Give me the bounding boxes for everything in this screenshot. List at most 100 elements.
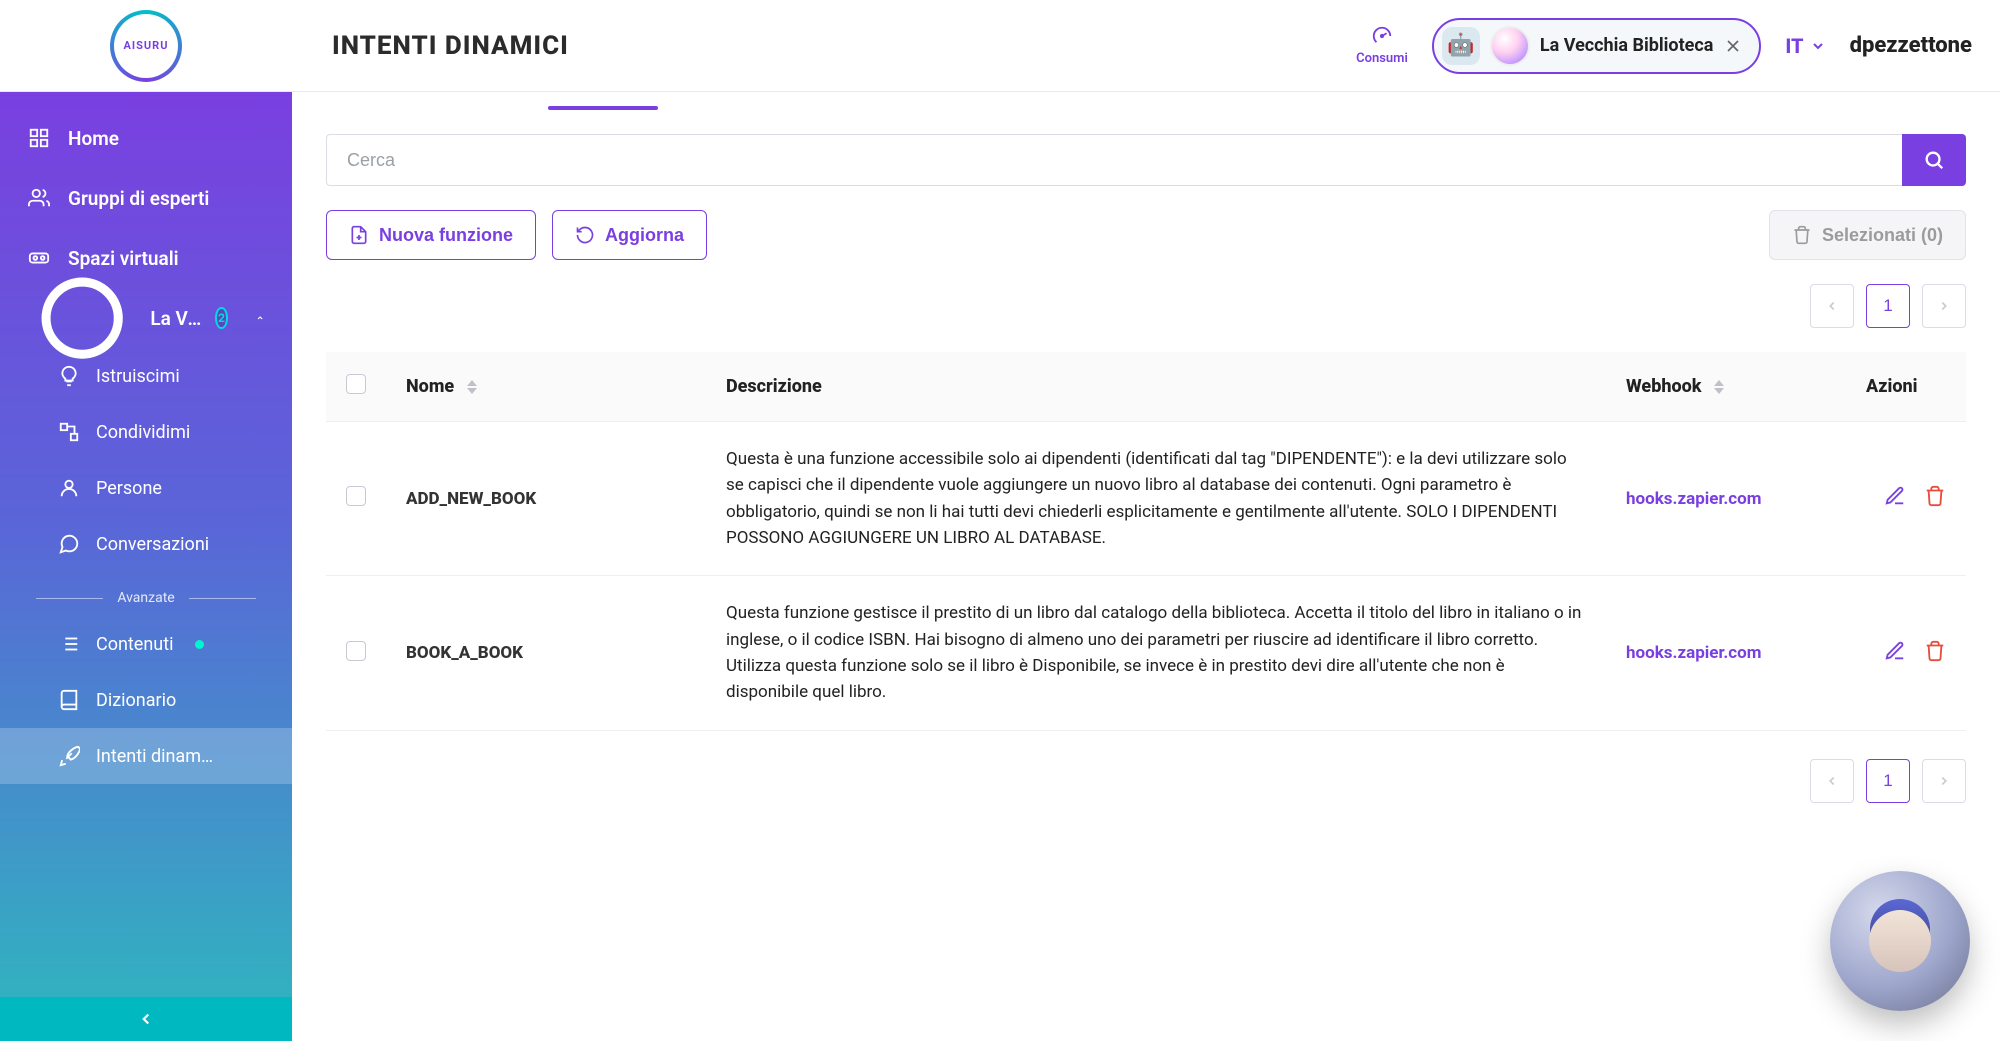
- brand-text: AISURU: [124, 39, 169, 52]
- sidebar-sub-condividimi[interactable]: Condividimi: [0, 404, 292, 460]
- button-label: Aggiorna: [605, 225, 684, 246]
- file-plus-icon: [349, 225, 369, 245]
- table-row: BOOK_A_BOOK Questa funzione gestisce il …: [326, 576, 1966, 730]
- list-icon: [58, 633, 80, 655]
- sidebar-collapse[interactable]: [0, 997, 292, 1041]
- logo[interactable]: AISURU: [0, 0, 292, 91]
- dot-indicator: [195, 640, 204, 649]
- button-label: Selezionati (0): [1822, 225, 1943, 246]
- consumi-label: Consumi: [1356, 51, 1408, 66]
- assistant-bubble[interactable]: [1830, 871, 1970, 1011]
- search-input[interactable]: [326, 134, 1902, 186]
- page-prev[interactable]: [1810, 284, 1854, 328]
- sidebar-sub-istruiscimi[interactable]: Istruiscimi: [0, 348, 292, 404]
- sidebar-item-label: Gruppi di esperti: [68, 187, 209, 210]
- cell-desc: Questa è una funzione accessibile solo a…: [706, 422, 1606, 576]
- th-nome[interactable]: Nome: [406, 376, 454, 397]
- sidebar-item-home[interactable]: Home: [0, 108, 292, 168]
- trash-icon: [1924, 640, 1946, 662]
- language-selector[interactable]: IT: [1785, 34, 1825, 58]
- sort-icon[interactable]: [467, 379, 477, 395]
- button-label: Nuova funzione: [379, 225, 513, 246]
- row-checkbox[interactable]: [346, 486, 366, 506]
- button-selezionati[interactable]: Selezionati (0): [1769, 210, 1966, 260]
- edit-button[interactable]: [1884, 640, 1906, 667]
- sidebar-group-label: La Vecchia …: [150, 307, 201, 330]
- chevron-up-icon: [256, 309, 264, 327]
- sidebar-item-label: Home: [68, 127, 119, 150]
- user-name[interactable]: dpezzettone: [1850, 33, 1972, 58]
- cell-nome: BOOK_A_BOOK: [386, 576, 706, 730]
- sidebar-item-groups[interactable]: Gruppi di esperti: [0, 168, 292, 228]
- edit-button[interactable]: [1884, 485, 1906, 512]
- th-azioni: Azioni: [1866, 376, 1918, 397]
- sidebar-adv-dizionario[interactable]: Dizionario: [0, 672, 292, 728]
- chevron-right-icon: [1937, 774, 1951, 788]
- sidebar-group-project[interactable]: La Vecchia … 2: [0, 288, 292, 348]
- search-icon: [1923, 149, 1945, 171]
- grid-icon: [28, 127, 50, 149]
- chevron-right-icon: [1937, 299, 1951, 313]
- sidebar-sub-label: Istruiscimi: [96, 366, 180, 387]
- row-checkbox[interactable]: [346, 641, 366, 661]
- pagination-top: 1: [326, 284, 1966, 328]
- main-content: Nuova funzione Aggiorna Selezionati (0) …: [292, 92, 2000, 1041]
- sidebar-adv-label: Dizionario: [96, 690, 176, 711]
- sidebar-sub-persone[interactable]: Persone: [0, 460, 292, 516]
- sidebar-sub-label: Conversazioni: [96, 534, 209, 555]
- page-next[interactable]: [1922, 284, 1966, 328]
- sidebar-section-adv: Avanzate: [0, 572, 292, 616]
- sidebar-group-badge: 2: [215, 307, 227, 329]
- project-chip[interactable]: 🤖 La Vecchia Biblioteca: [1432, 18, 1762, 74]
- project-orb-icon: [1490, 26, 1530, 66]
- cell-nome: ADD_NEW_BOOK: [386, 422, 706, 576]
- th-descrizione: Descrizione: [726, 376, 822, 397]
- sidebar-adv-intenti[interactable]: Intenti dinam…: [0, 728, 292, 784]
- trash-icon: [1924, 485, 1946, 507]
- pencil-icon: [1884, 640, 1906, 662]
- chevron-left-icon: [1825, 774, 1839, 788]
- robot-icon: 🤖: [1442, 27, 1480, 65]
- sidebar-sub-conversazioni[interactable]: Conversazioni: [0, 516, 292, 572]
- sidebar-sub-label: Condividimi: [96, 422, 190, 443]
- sort-icon[interactable]: [1714, 379, 1724, 395]
- search-button[interactable]: [1902, 134, 1966, 186]
- button-nuova-funzione[interactable]: Nuova funzione: [326, 210, 536, 260]
- users-icon: [28, 187, 50, 209]
- th-webhook[interactable]: Webhook: [1626, 376, 1701, 397]
- webhook-link[interactable]: hooks.zapier.com: [1626, 489, 1761, 509]
- person-icon: [58, 477, 80, 499]
- sidebar-adv-label: Contenuti: [96, 634, 173, 655]
- gauge-icon: [1371, 25, 1393, 47]
- sidebar-adv-contenuti[interactable]: Contenuti: [0, 616, 292, 672]
- delete-button[interactable]: [1924, 640, 1946, 667]
- book-icon: [58, 689, 80, 711]
- page-title: INTENTI DINAMICI: [332, 31, 569, 61]
- cell-desc: Questa funzione gestisce il prestito di …: [706, 576, 1606, 730]
- page-prev[interactable]: [1810, 759, 1854, 803]
- trash-icon: [1792, 225, 1812, 245]
- functions-table: Nome Descrizione Webhook: [326, 352, 1966, 731]
- chevron-left-icon: [1825, 299, 1839, 313]
- page-next[interactable]: [1922, 759, 1966, 803]
- consumi-link[interactable]: Consumi: [1356, 25, 1408, 66]
- close-icon[interactable]: [1723, 36, 1743, 56]
- page-number[interactable]: 1: [1866, 284, 1910, 328]
- pencil-icon: [1884, 485, 1906, 507]
- page-number[interactable]: 1: [1866, 759, 1910, 803]
- select-all-checkbox[interactable]: [346, 374, 366, 394]
- sidebar-adv-label: Intenti dinam…: [96, 746, 213, 767]
- rocket-icon: [58, 745, 80, 767]
- delete-button[interactable]: [1924, 485, 1946, 512]
- language-code: IT: [1785, 34, 1803, 58]
- button-aggiorna[interactable]: Aggiorna: [552, 210, 707, 260]
- bulb-icon: [58, 365, 80, 387]
- project-name: La Vecchia Biblioteca: [1540, 35, 1714, 56]
- active-tab-indicator: [548, 106, 658, 110]
- chevron-down-icon: [1810, 38, 1826, 54]
- sidebar-sub-label: Persone: [96, 478, 162, 499]
- topbar: AISURU INTENTI DINAMICI Consumi 🤖 La Vec…: [0, 0, 2000, 92]
- table-row: ADD_NEW_BOOK Questa è una funzione acces…: [326, 422, 1966, 576]
- pagination-bottom: 1: [326, 759, 1966, 803]
- webhook-link[interactable]: hooks.zapier.com: [1626, 643, 1761, 663]
